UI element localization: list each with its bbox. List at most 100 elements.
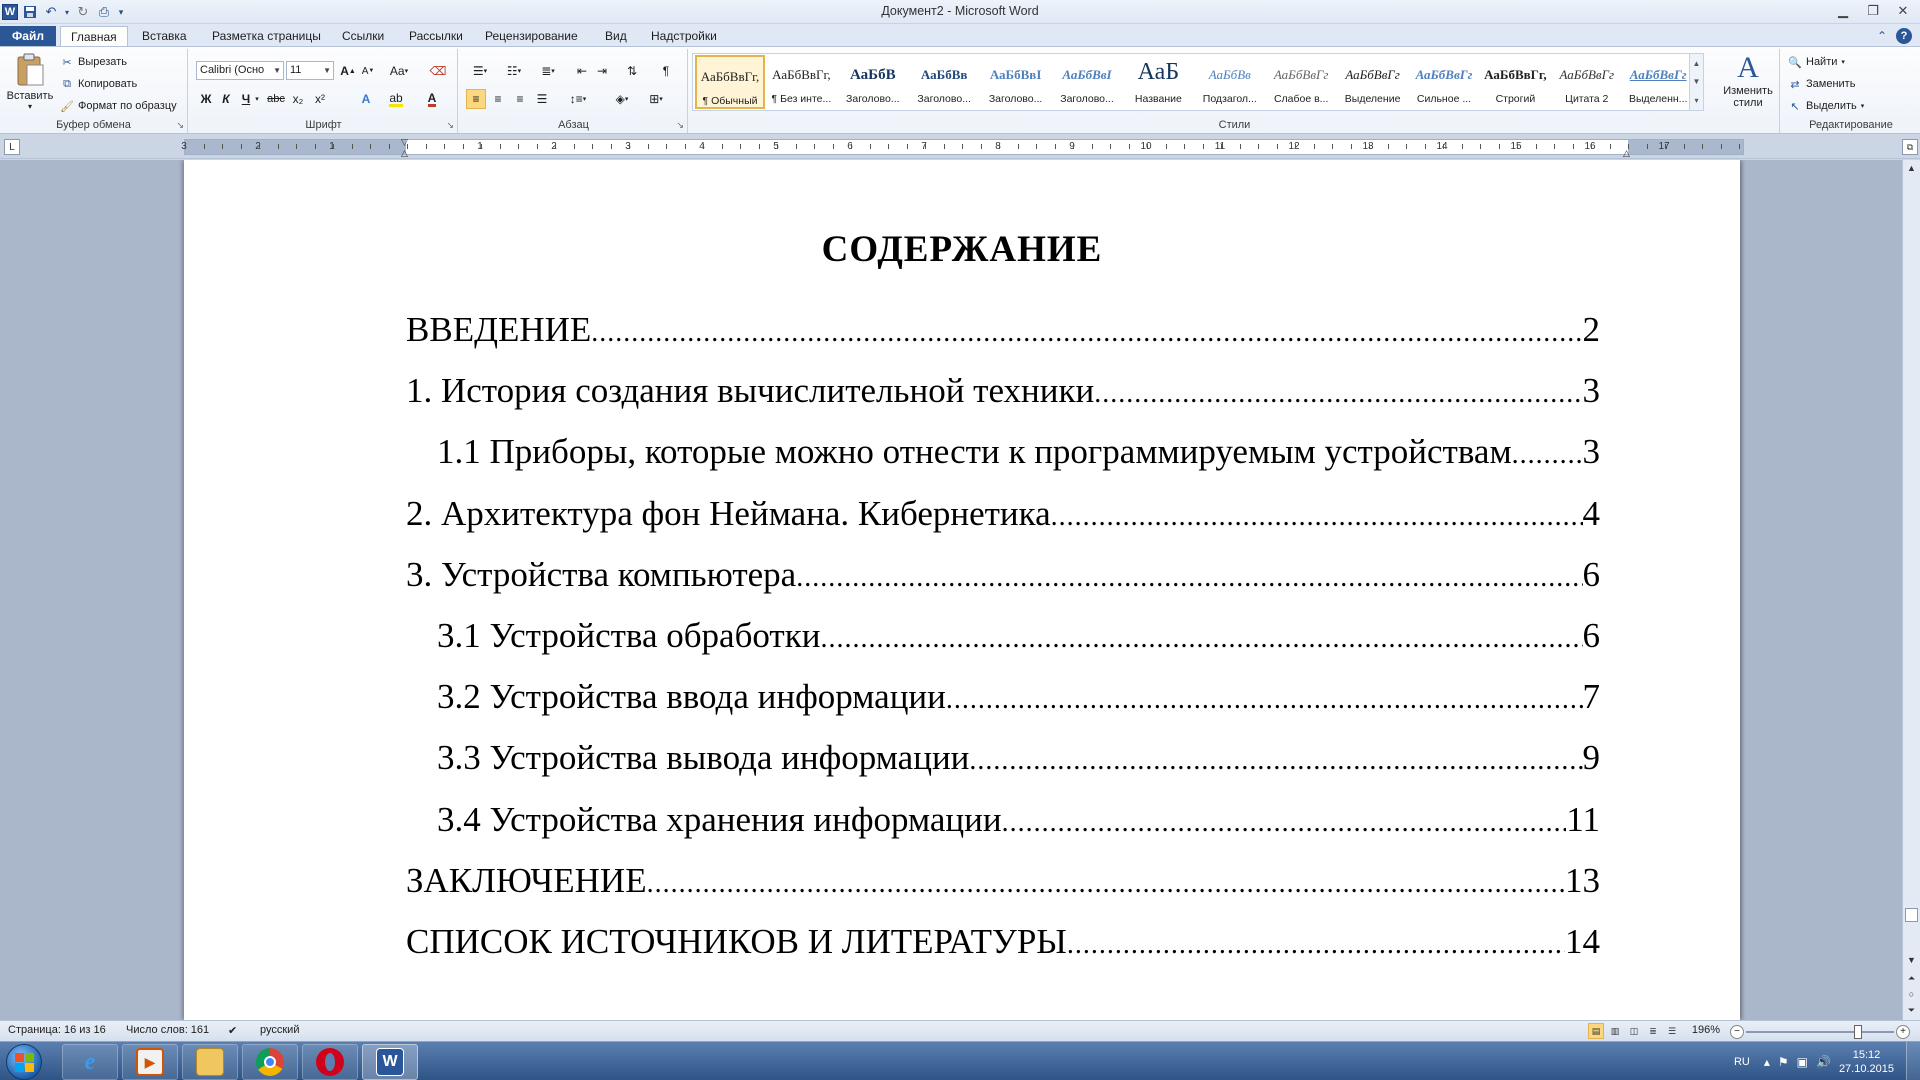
- find-button[interactable]: 🔍 Найти ▾: [1788, 55, 1845, 69]
- zoom-in-icon[interactable]: +: [1896, 1025, 1910, 1039]
- taskbar-opera[interactable]: [302, 1044, 358, 1080]
- italic-button[interactable]: К: [216, 89, 236, 109]
- draft-icon[interactable]: ☰: [1664, 1023, 1680, 1039]
- toc-entry[interactable]: 3.1 Устройства обработки 6: [406, 616, 1600, 677]
- style-item[interactable]: АаБбВвI Заголово...: [981, 55, 1051, 109]
- style-item[interactable]: АаБбВвI Заголово...: [1052, 55, 1122, 109]
- style-item[interactable]: АаБбВвГг Цитата 2: [1552, 55, 1622, 109]
- change-case-button[interactable]: Aa ▾: [386, 61, 412, 81]
- scroll-down-icon[interactable]: ▼: [1903, 952, 1920, 968]
- toc-entry[interactable]: ВВЕДЕНИЕ 2: [406, 310, 1600, 371]
- gallery-down-icon[interactable]: ▼: [1693, 77, 1701, 86]
- borders-button[interactable]: ⊞ ▾: [642, 89, 670, 109]
- scroll-up-icon[interactable]: ▲: [1903, 160, 1920, 176]
- tab-page-layout[interactable]: Разметка страницы: [202, 26, 331, 46]
- underline-dropdown-icon[interactable]: ▾: [252, 89, 262, 109]
- right-indent-marker[interactable]: △: [1623, 148, 1630, 159]
- tab-selector-button[interactable]: L: [4, 139, 20, 155]
- toc-entry[interactable]: ЗАКЛЮЧЕНИЕ 13: [406, 861, 1600, 922]
- gallery-more-icon[interactable]: ▾: [1694, 96, 1698, 105]
- word-count[interactable]: Число слов: 161: [126, 1024, 209, 1036]
- shading-button[interactable]: ◈ ▾: [608, 89, 636, 109]
- superscript-button[interactable]: x²: [310, 89, 330, 109]
- tab-review[interactable]: Рецензирование: [475, 26, 588, 46]
- paragraph-launcher-icon[interactable]: ↘: [676, 120, 684, 131]
- tab-view[interactable]: Вид: [595, 26, 637, 46]
- multilevel-list-button[interactable]: ≣ ▾: [534, 61, 562, 81]
- replace-button[interactable]: ⇄ Заменить: [1788, 77, 1855, 91]
- input-language[interactable]: RU: [1734, 1056, 1750, 1068]
- view-ruler-icon[interactable]: ⧉: [1902, 139, 1918, 155]
- previous-page-icon[interactable]: ⏶: [1903, 970, 1920, 986]
- bold-button[interactable]: Ж: [196, 89, 216, 109]
- flag-icon[interactable]: ⚑: [1778, 1055, 1789, 1069]
- zoom-knob[interactable]: [1854, 1025, 1862, 1039]
- style-item[interactable]: АаБбВв Заголово...: [909, 55, 979, 109]
- copy-button[interactable]: ⧉ Копировать: [60, 77, 137, 91]
- left-indent-marker[interactable]: △: [401, 148, 408, 159]
- toc-entry[interactable]: 3.4 Устройства хранения информации 11: [406, 800, 1600, 861]
- tab-addins[interactable]: Надстройки: [641, 26, 727, 46]
- toc-entry[interactable]: 3. Устройства компьютера 6: [406, 555, 1600, 616]
- font-color-button[interactable]: A: [422, 89, 442, 109]
- horizontal-ruler[interactable]: ▽ △ △ 3 2 1 1 2 3 4 5 6 7 8 9 10 11 12 13 14 15 16 17: [181, 137, 1744, 158]
- taskbar-ie[interactable]: e: [62, 1044, 118, 1080]
- align-center-button[interactable]: ≡: [488, 89, 508, 109]
- taskbar-chrome[interactable]: [242, 1044, 298, 1080]
- highlight-button[interactable]: ab: [386, 89, 406, 109]
- page-count[interactable]: Страница: 16 из 16: [8, 1024, 106, 1036]
- format-painter-button[interactable]: 🖌 Формат по образцу: [60, 99, 177, 113]
- restore-button[interactable]: ❐: [1862, 2, 1884, 20]
- text-effects-button[interactable]: A: [356, 89, 376, 109]
- tab-home[interactable]: Главная: [60, 26, 128, 47]
- change-styles-button[interactable]: A Изменить стили: [1718, 51, 1778, 123]
- justify-button[interactable]: ☰: [532, 89, 552, 109]
- select-button[interactable]: ↖ Выделить ▾: [1788, 99, 1864, 113]
- toc-entry[interactable]: СПИСОК ИСТОЧНИКОВ И ЛИТЕРАТУРЫ 14: [406, 922, 1600, 983]
- style-item[interactable]: АаБбВв Подзагол...: [1195, 55, 1265, 109]
- toc-entry[interactable]: 1.1 Приборы, которые можно отнести к про…: [406, 432, 1600, 493]
- zoom-slider[interactable]: − +: [1730, 1025, 1910, 1039]
- numbering-button[interactable]: ☷ ▾: [500, 61, 528, 81]
- close-button[interactable]: ✕: [1892, 2, 1914, 20]
- font-launcher-icon[interactable]: ↘: [446, 120, 454, 131]
- style-item[interactable]: АаБбВвГг Выделенн...: [1623, 55, 1693, 109]
- toc-entry[interactable]: 1. История создания вычислительной техни…: [406, 371, 1600, 432]
- style-item[interactable]: АаБбВ Заголово...: [838, 55, 908, 109]
- style-item[interactable]: АаБбВвГг Слабое в...: [1266, 55, 1336, 109]
- paste-button[interactable]: Вставить ▾: [6, 53, 54, 119]
- help-icon[interactable]: ?: [1896, 28, 1912, 44]
- font-size-select[interactable]: 11 ▼: [286, 61, 334, 80]
- tab-references[interactable]: Ссылки: [332, 26, 394, 46]
- next-page-icon[interactable]: ⏷: [1903, 1002, 1920, 1018]
- clear-formatting-button[interactable]: ⌫: [428, 61, 448, 81]
- network-icon[interactable]: ▣: [1797, 1055, 1808, 1069]
- strikethrough-button[interactable]: abc: [266, 89, 286, 109]
- gallery-up-icon[interactable]: ▲: [1693, 59, 1701, 68]
- outline-icon[interactable]: ≣: [1645, 1023, 1661, 1039]
- tab-file[interactable]: Файл: [0, 26, 56, 46]
- subscript-button[interactable]: x₂: [288, 89, 308, 109]
- start-button[interactable]: [6, 1044, 42, 1080]
- minimize-ribbon-icon[interactable]: ⌃: [1874, 28, 1890, 44]
- align-right-button[interactable]: ≡: [510, 89, 530, 109]
- bullets-button[interactable]: ☰ ▾: [466, 61, 494, 81]
- tab-mailings[interactable]: Рассылки: [399, 26, 473, 46]
- proofing-icon[interactable]: ✔: [228, 1024, 237, 1037]
- taskbar-explorer[interactable]: [182, 1044, 238, 1080]
- style-item[interactable]: АаБбВвГг, Строгий: [1480, 55, 1550, 109]
- vertical-scrollbar[interactable]: ▲ ▼ ⏶ ○ ⏷: [1902, 160, 1920, 1020]
- shrink-font-button[interactable]: A ▼: [358, 61, 378, 81]
- cut-button[interactable]: ✂ Вырезать: [60, 55, 127, 69]
- style-item[interactable]: АаБ Название: [1123, 55, 1193, 109]
- zoom-out-icon[interactable]: −: [1730, 1025, 1744, 1039]
- grow-font-button[interactable]: A ▲: [338, 61, 358, 81]
- language-indicator[interactable]: русский: [260, 1024, 299, 1036]
- decrease-indent-button[interactable]: ⇤: [572, 61, 592, 81]
- style-item[interactable]: АаБбВвГг Выделение: [1338, 55, 1408, 109]
- select-browse-object-icon[interactable]: ○: [1903, 986, 1920, 1002]
- show-desktop-button[interactable]: [1906, 1042, 1920, 1080]
- zoom-level[interactable]: 196%: [1692, 1024, 1720, 1036]
- scrollbar-thumb[interactable]: [1905, 908, 1918, 922]
- style-item[interactable]: АаБбВвГг, ¶ Обычный: [695, 55, 765, 109]
